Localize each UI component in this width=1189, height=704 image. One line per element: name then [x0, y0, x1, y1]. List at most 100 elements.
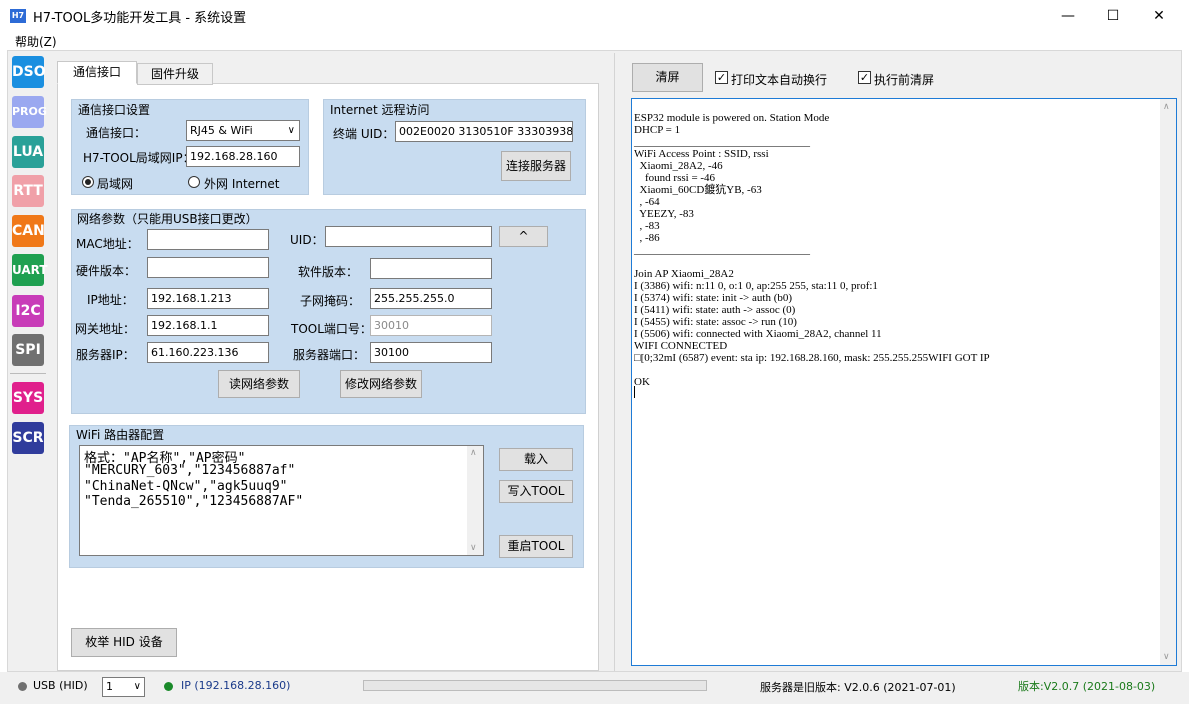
net-params-title: 网络参数（只能用USB接口更改） — [77, 212, 258, 226]
toolbar-can-button[interactable]: CAN — [12, 215, 45, 247]
chevron-down-icon[interactable]: ∨ — [470, 543, 477, 553]
hw-version-label: 硬件版本： — [76, 264, 137, 278]
server-port-field[interactable]: 30100 — [370, 342, 492, 363]
console-line: ________________________________ — [634, 244, 810, 256]
chevron-down-icon: ∨ — [133, 681, 141, 692]
server-version-status: 服务器是旧版本: V2.0.6 (2021-07-01) — [760, 681, 956, 694]
wifi-title: WiFi 路由器配置 — [76, 428, 165, 442]
usb-status-icon — [18, 682, 27, 691]
uid2-label: UID： — [290, 233, 324, 247]
console-line: , -83 — [634, 220, 660, 232]
auto-wrap-label: 打印文本自动换行 — [731, 73, 828, 87]
usb-status: USB (HID) — [33, 679, 88, 692]
toolbar-rtt-button[interactable]: RTT — [12, 175, 44, 207]
console-output[interactable]: ESP32 module is powered on. Station Mode… — [631, 98, 1177, 666]
toolbar-sys-button[interactable]: SYS — [12, 382, 44, 414]
radio-internet[interactable] — [188, 176, 200, 188]
wifi-config-textarea[interactable]: 格式："AP名称","AP密码" "MERCURY_603","12345688… — [79, 445, 484, 556]
auto-wrap-checkbox[interactable]: ✓ — [715, 71, 728, 84]
wifi-line: "ChinaNet-QNcw","agk5uuq9" — [84, 479, 288, 494]
toolbar-dso-button[interactable]: DSO — [12, 56, 46, 88]
sw-version-field[interactable] — [370, 258, 492, 279]
clear-before-run-checkbox[interactable]: ✓ — [858, 71, 871, 84]
console-line: Join AP Xiaomi_28A2 — [634, 268, 734, 280]
version-status: 版本:V2.0.7 (2021-08-03) — [1018, 680, 1156, 693]
ip-status: IP (192.168.28.160) — [181, 679, 291, 692]
server-ip-field[interactable]: 61.160.223.136 — [147, 342, 269, 363]
toolbar-spi-button[interactable]: SPI — [12, 334, 44, 366]
uid-field[interactable]: 002E0020 3130510F 33303938 — [395, 121, 573, 142]
chevron-down-icon[interactable]: ∨ — [1163, 652, 1170, 662]
lan-ip-field[interactable]: 192.168.28.160 — [186, 146, 300, 167]
radio-lan-label: 局域网 — [97, 177, 134, 191]
console-line: I (5455) wifi: state: assoc -> run (10) — [634, 316, 797, 328]
mac-label: MAC地址： — [76, 237, 139, 251]
toolbar-i2c-button[interactable]: I2C — [12, 295, 44, 327]
load-button[interactable]: 载入 — [499, 448, 573, 471]
write-net-params-button[interactable]: 修改网络参数 — [340, 370, 422, 398]
console-line: I (5506) wifi: connected with Xiaomi_28A… — [634, 328, 882, 340]
text-cursor — [634, 386, 635, 398]
device-index-value: 1 — [106, 680, 113, 693]
console-line: YEEZY, -83 — [634, 208, 694, 220]
read-net-params-button[interactable]: 读网络参数 — [218, 370, 300, 398]
uid2-field[interactable] — [325, 226, 492, 247]
menu-help[interactable]: 帮助(Z) — [15, 33, 57, 50]
chevron-up-icon[interactable]: ∧ — [470, 448, 477, 458]
toolbar-scr-button[interactable]: SCR — [12, 422, 44, 454]
write-tool-button[interactable]: 写入TOOL — [499, 480, 573, 503]
minimize-button[interactable]: — — [1045, 0, 1091, 32]
radio-internet-label: 外网 Internet — [204, 177, 280, 191]
console-line: I (5374) wifi: state: init -> auth (b0) — [634, 292, 793, 304]
toolbar-divider — [10, 373, 46, 374]
maximize-button[interactable]: ☐ — [1090, 0, 1136, 32]
splitter[interactable] — [614, 53, 615, 671]
sw-version-label: 软件版本： — [298, 265, 359, 279]
console-line: found rssi = -46 — [634, 172, 716, 184]
window-title: H7-TOOL多功能开发工具 - 系统设置 — [33, 11, 247, 26]
chevron-up-icon[interactable]: ∧ — [1163, 102, 1170, 112]
lan-ip-label: H7-TOOL局域网IP： — [83, 151, 195, 165]
clear-screen-button[interactable]: 清屏 — [632, 63, 703, 92]
wifi-scrollbar[interactable]: ∧ ∨ — [467, 446, 483, 555]
clear-before-run-label: 执行前清屏 — [874, 73, 935, 87]
interface-label: 通信接口： — [86, 126, 147, 140]
title-bar: H7 H7-TOOL多功能开发工具 - 系统设置 — ☐ ✕ — [0, 0, 1189, 32]
connect-server-button[interactable]: 连接服务器 — [501, 151, 571, 181]
menu-bar: 帮助(Z) — [0, 32, 1189, 50]
restart-tool-button[interactable]: 重启TOOL — [499, 535, 573, 558]
status-bar: USB (HID) 1 ∨ IP (192.168.28.160) 服务器是旧版… — [0, 672, 1189, 704]
gateway-label: 网关地址： — [75, 322, 136, 336]
mac-field[interactable] — [147, 229, 269, 250]
server-ip-label: 服务器IP： — [76, 348, 135, 362]
hw-version-field[interactable] — [147, 257, 269, 278]
app-icon: H7 — [10, 9, 26, 23]
progress-bar — [363, 680, 707, 691]
toolbar-prog-button[interactable]: PROG — [12, 96, 47, 128]
console-scrollbar[interactable]: ∧ ∨ — [1160, 99, 1176, 665]
interface-select[interactable]: RJ45 & WiFi ∨ — [186, 120, 300, 141]
enum-hid-button[interactable]: 枚举 HID 设备 — [71, 628, 177, 657]
toolbar-lua-button[interactable]: LUA — [12, 136, 44, 168]
tool-port-field[interactable]: 30010 — [370, 315, 492, 336]
chevron-down-icon: ∨ — [287, 125, 295, 136]
gateway-field[interactable]: 192.168.1.1 — [147, 315, 269, 336]
radio-lan[interactable] — [82, 176, 94, 188]
ip-label: IP地址： — [87, 293, 134, 307]
console-line: , -64 — [634, 196, 660, 208]
close-button[interactable]: ✕ — [1136, 0, 1182, 32]
console-line: I (3386) wifi: n:11 0, o:1 0, ap:255 255… — [634, 280, 878, 292]
ip-field[interactable]: 192.168.1.213 — [147, 288, 269, 309]
uid-expand-button[interactable]: ^ — [499, 226, 548, 247]
console-line: I (5411) wifi: state: auth -> assoc (0) — [634, 304, 796, 316]
device-index-select[interactable]: 1 ∨ — [102, 677, 145, 697]
tab-comm[interactable]: 通信接口 — [57, 61, 137, 84]
console-line: WiFi Access Point : SSID, rssi — [634, 148, 769, 160]
tab-firmware[interactable]: 固件升级 — [137, 63, 213, 85]
toolbar-uart-button[interactable]: UART — [12, 254, 48, 286]
console-line: ________________________________ — [634, 136, 810, 148]
console-line: DHCP = 1 — [634, 124, 681, 136]
mask-field[interactable]: 255.255.255.0 — [370, 288, 492, 309]
console-line: □[0;32mI (6587) event: sta ip: 192.168.2… — [634, 352, 990, 364]
console-line: WIFI CONNECTED — [634, 340, 728, 352]
